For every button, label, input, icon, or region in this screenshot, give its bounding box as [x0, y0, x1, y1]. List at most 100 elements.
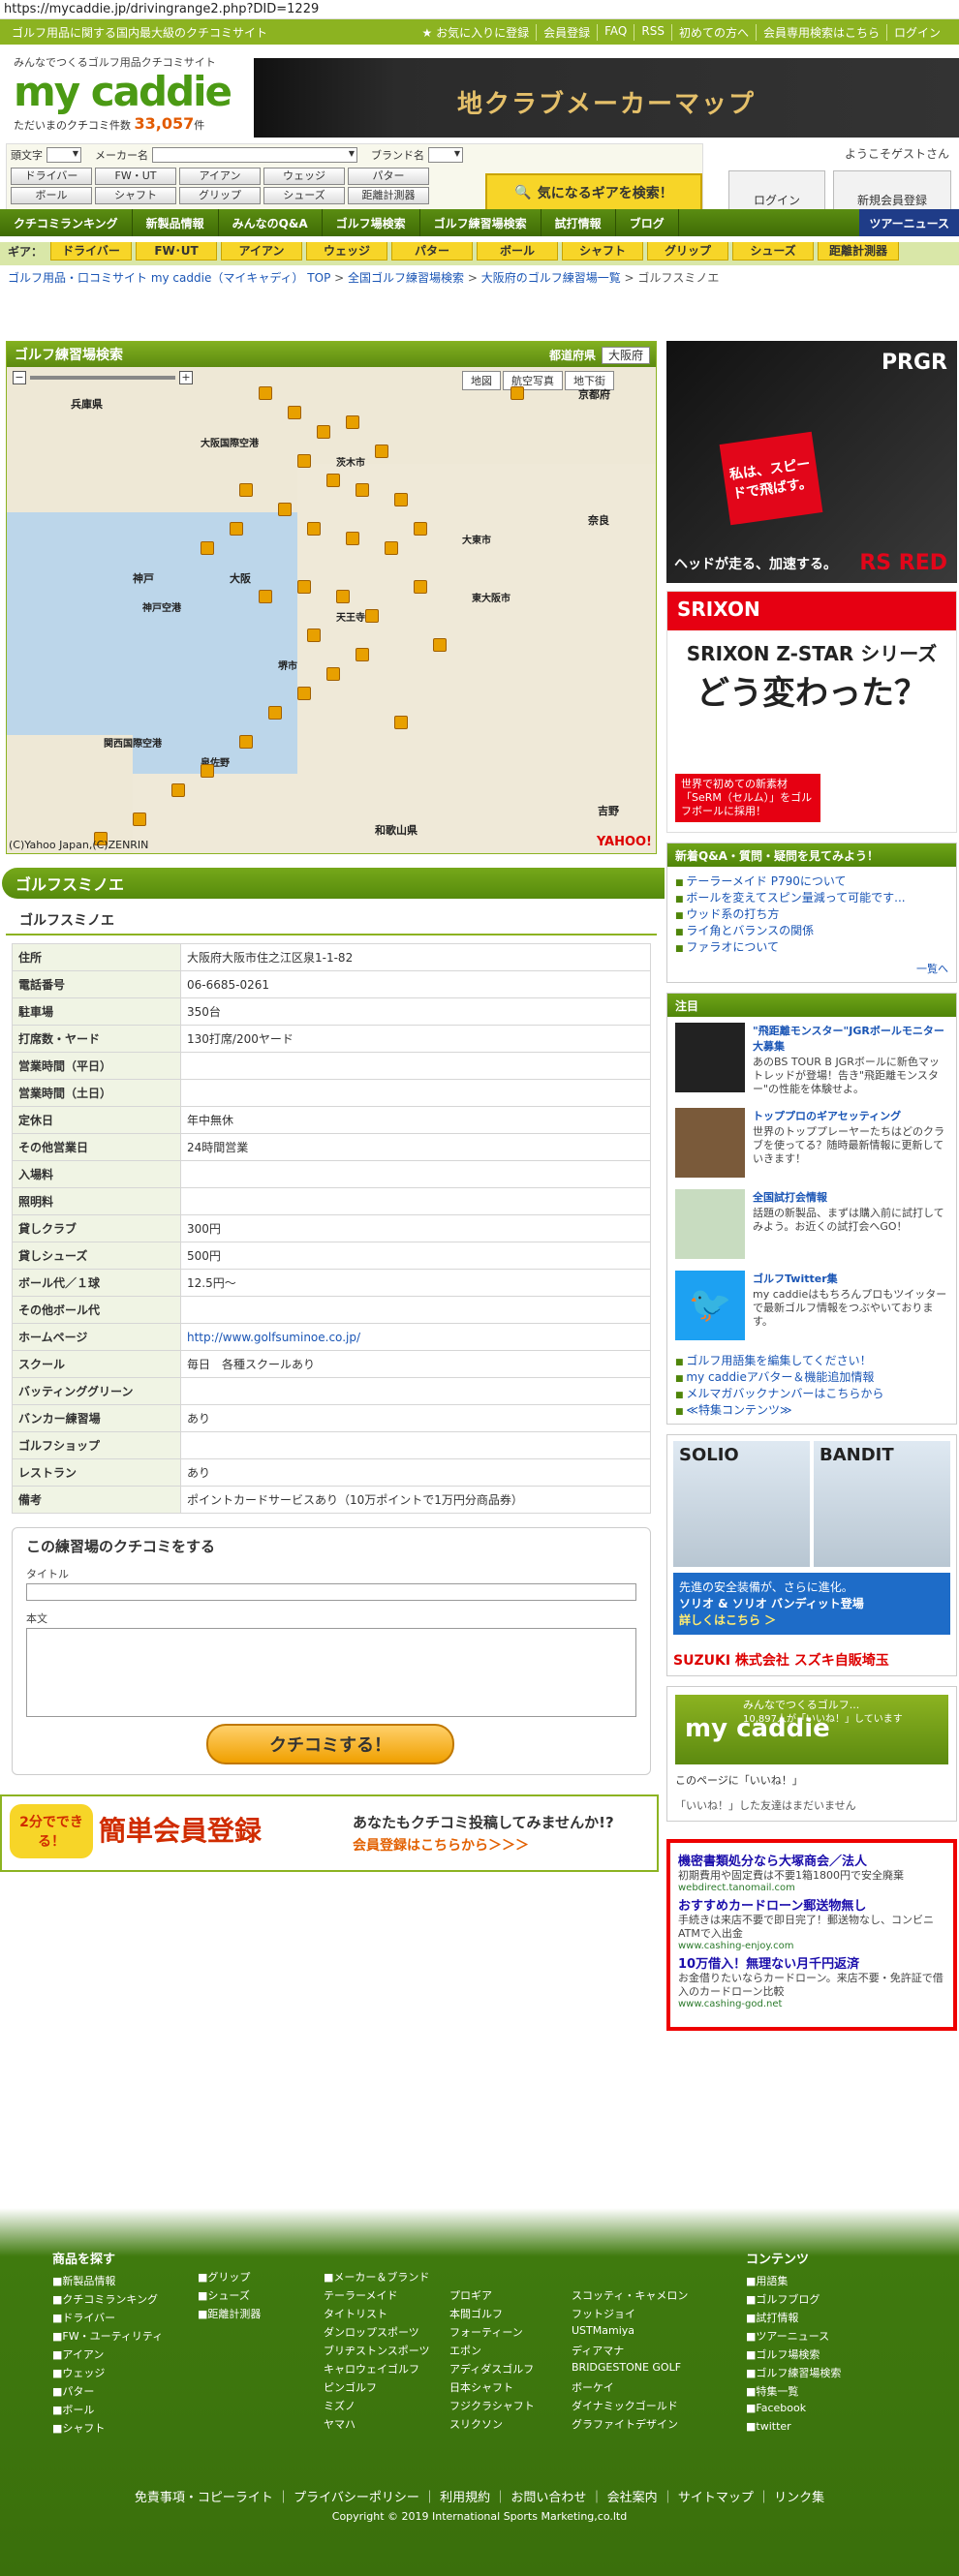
- note-item[interactable]: 🐦 ゴルフTwitter集 my caddieはもちろんプロもツイッターで最新ゴルフ…: [667, 1265, 956, 1346]
- note-item[interactable]: トッププロのギアセッティング 世界のトッププレーヤーたちはどのクラブを使ってる？随…: [667, 1102, 956, 1183]
- rss-link[interactable]: RSS: [634, 23, 671, 41]
- range-pin[interactable]: [356, 483, 369, 497]
- gearbar-rangefinder[interactable]: 距離計測器: [818, 241, 900, 261]
- range-pin[interactable]: [230, 522, 243, 536]
- range-pin[interactable]: [259, 386, 272, 400]
- url-bar[interactable]: https://mycaddie.jp/drivingrange2.php?DI…: [0, 0, 959, 19]
- brand-select[interactable]: [428, 147, 463, 163]
- range-pin[interactable]: [201, 764, 214, 778]
- faq-link[interactable]: FAQ: [597, 23, 634, 41]
- range-pin[interactable]: [510, 386, 524, 400]
- nav-driving-range[interactable]: ゴルフ練習場検索: [420, 209, 541, 236]
- zoom-in-icon[interactable]: +: [179, 371, 193, 384]
- qa-item[interactable]: ウッド系の打ち方: [675, 905, 948, 922]
- range-pin[interactable]: [239, 735, 253, 749]
- site-logo[interactable]: みんなでつくるゴルフ用品クチコミサイト my caddie ただいまのクチコミ件…: [14, 54, 236, 134]
- range-pin[interactable]: [414, 522, 427, 536]
- breadcrumb-osaka-list[interactable]: 大阪府のゴルフ練習場一覧: [481, 271, 621, 285]
- gear-search-button[interactable]: 🔍 気になるギアを検索！: [485, 173, 702, 212]
- login-button[interactable]: ログイン: [728, 170, 825, 213]
- register-button[interactable]: 新規会員登録: [833, 170, 951, 213]
- first-time-link[interactable]: 初めての方へ: [670, 23, 756, 41]
- zoom-slider[interactable]: [30, 376, 175, 380]
- nav-new-products[interactable]: 新製品情報: [133, 209, 219, 236]
- range-pin[interactable]: [297, 687, 311, 700]
- gearbar-putter[interactable]: パター: [391, 241, 474, 261]
- initial-select[interactable]: [46, 147, 81, 163]
- range-pin[interactable]: [239, 483, 253, 497]
- nav-golf-course[interactable]: ゴルフ場検索: [323, 209, 420, 236]
- range-pin[interactable]: [297, 580, 311, 594]
- gear-wedge-button[interactable]: ウェッジ: [263, 168, 345, 185]
- footer-links[interactable]: 免責事項・コピーライト ｜ プライバシーポリシー ｜ 利用規約 ｜ お問い合わせ…: [0, 2487, 959, 2505]
- header-banner[interactable]: 地クラブメーカーマップ: [254, 58, 959, 145]
- ad-link[interactable]: おすすめカードローン郵送物無し: [678, 1895, 945, 1914]
- member-search-link[interactable]: 会員専用検索はこちら: [755, 23, 886, 41]
- range-pin[interactable]: [288, 406, 301, 419]
- nav-trial[interactable]: 試打情報: [541, 209, 616, 236]
- range-pin[interactable]: [394, 493, 408, 506]
- gear-grip-button[interactable]: グリップ: [179, 187, 261, 204]
- range-pin[interactable]: [394, 716, 408, 729]
- range-map[interactable]: − + 地図 航空写真 地下街 兵庫県 大阪国際空港 奈良 京都府 大阪 神戸 神…: [7, 367, 656, 853]
- facebook-like-button[interactable]: このページに「いいね！」: [675, 1772, 948, 1788]
- notes-link[interactable]: ≪特集コンテンツ≫: [675, 1401, 948, 1418]
- register-link[interactable]: 会員登録はこちらから＞＞＞: [353, 1835, 529, 1855]
- qa-item[interactable]: ボールを変えてスピン量減って可能です...: [675, 889, 948, 905]
- zoom-out-icon[interactable]: −: [13, 371, 26, 384]
- range-pin[interactable]: [201, 541, 214, 555]
- nav-tour-news[interactable]: ツアーニュース: [859, 209, 959, 236]
- qa-more-link[interactable]: 一覧へ: [667, 961, 956, 982]
- gearbar-grip[interactable]: グリップ: [647, 241, 729, 261]
- range-pin[interactable]: [317, 425, 330, 439]
- gear-shoes-button[interactable]: シューズ: [263, 187, 345, 204]
- range-pin[interactable]: [385, 541, 398, 555]
- range-pin[interactable]: [259, 590, 272, 603]
- gear-fwut-button[interactable]: FW・UT: [95, 168, 176, 185]
- range-pin[interactable]: [433, 638, 447, 652]
- notes-link[interactable]: my caddieアバター＆機能追加情報: [675, 1368, 948, 1385]
- pref-select[interactable]: 大阪府: [601, 346, 650, 364]
- range-pin[interactable]: [356, 648, 369, 661]
- range-pin[interactable]: [346, 532, 359, 545]
- range-pin[interactable]: [326, 474, 340, 487]
- prgr-ad[interactable]: PRGR 私は、スピードで飛ばす。 ヘッドが走る、加速する。 RS RED: [666, 341, 957, 583]
- notes-link[interactable]: ゴルフ用語集を編集してください！: [675, 1352, 948, 1368]
- review-submit-button[interactable]: クチコミする！: [206, 1724, 454, 1764]
- qa-item[interactable]: ファラオについて: [675, 938, 948, 955]
- note-item[interactable]: 全国試打会情報 話題の新製品、まずは購入前に試打してみよう。お近くの試打会へGO！: [667, 1183, 956, 1265]
- homepage-link[interactable]: http://www.golfsuminoe.co.jp/: [187, 1331, 360, 1344]
- register-banner[interactable]: 2分でできる！ 簡単会員登録 あなたもクチコミ投稿してみませんか!? 会員登録は…: [0, 1794, 659, 1872]
- range-pin[interactable]: [268, 706, 282, 720]
- range-pin[interactable]: [307, 522, 321, 536]
- range-pin[interactable]: [278, 503, 292, 516]
- notes-link[interactable]: メルマガバックナンバーはこちらから: [675, 1385, 948, 1401]
- range-pin[interactable]: [326, 667, 340, 681]
- gearbar-ball[interactable]: ボール: [477, 241, 559, 261]
- range-pin[interactable]: [346, 415, 359, 429]
- map-type-map[interactable]: 地図: [462, 371, 501, 390]
- gearbar-shaft[interactable]: シャフト: [562, 241, 644, 261]
- member-register-link[interactable]: 会員登録: [536, 23, 597, 41]
- range-pin[interactable]: [133, 813, 146, 826]
- gearbar-driver[interactable]: ドライバー: [50, 241, 133, 261]
- gearbar-wedge[interactable]: ウェッジ: [306, 241, 388, 261]
- login-link[interactable]: ログイン: [885, 23, 947, 41]
- maker-select[interactable]: [152, 147, 357, 163]
- ad-link[interactable]: 機密書類処分なら大塚商会／法人: [678, 1851, 945, 1869]
- range-pin[interactable]: [336, 590, 350, 603]
- nav-ranking[interactable]: クチコミランキング: [0, 209, 133, 236]
- gear-rangefinder-button[interactable]: 距離計測器: [348, 187, 429, 204]
- gear-ball-button[interactable]: ボール: [11, 187, 92, 204]
- nav-qa[interactable]: みんなのQ&A: [219, 209, 323, 236]
- breadcrumb-top[interactable]: ゴルフ用品・口コミサイト my caddie（マイキャディ） TOP: [8, 271, 330, 285]
- gear-driver-button[interactable]: ドライバー: [11, 168, 92, 185]
- range-pin[interactable]: [307, 629, 321, 642]
- note-item[interactable]: "飛距離モンスター"JGRボールモニター大募集 あのBS TOUR B JGRボー…: [667, 1017, 956, 1102]
- range-pin[interactable]: [365, 609, 379, 623]
- srixon-ad[interactable]: SRIXON SRIXON Z-STAR シリーズ どう変わった？ 世界で初めて…: [666, 591, 957, 833]
- review-body-textarea[interactable]: [26, 1628, 636, 1717]
- favorite-link[interactable]: ★ お気に入りに登録: [416, 24, 537, 41]
- nav-blog[interactable]: ブログ: [616, 209, 679, 236]
- review-title-input[interactable]: [26, 1583, 636, 1601]
